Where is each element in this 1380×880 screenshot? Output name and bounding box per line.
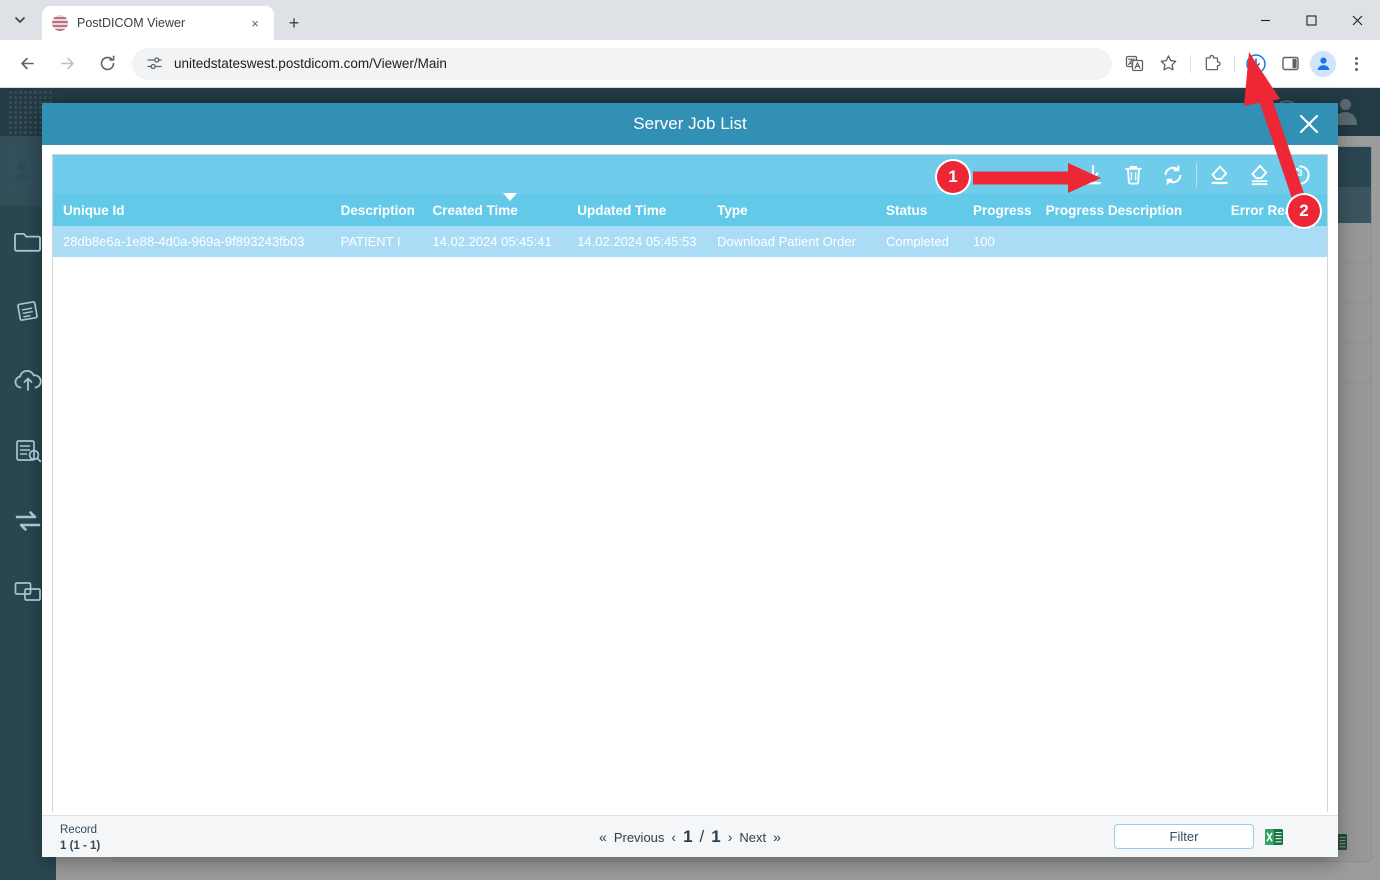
- annotation-arrow-2: [1244, 52, 1299, 199]
- annotation-badge-1: 1: [937, 161, 969, 193]
- annotation-badge-2: 2: [1288, 195, 1320, 227]
- annotation-arrow-1: [973, 163, 1101, 193]
- screenshot-root: PostDICOM Viewer × +: [0, 0, 1380, 880]
- annotation-overlay: [0, 0, 1380, 880]
